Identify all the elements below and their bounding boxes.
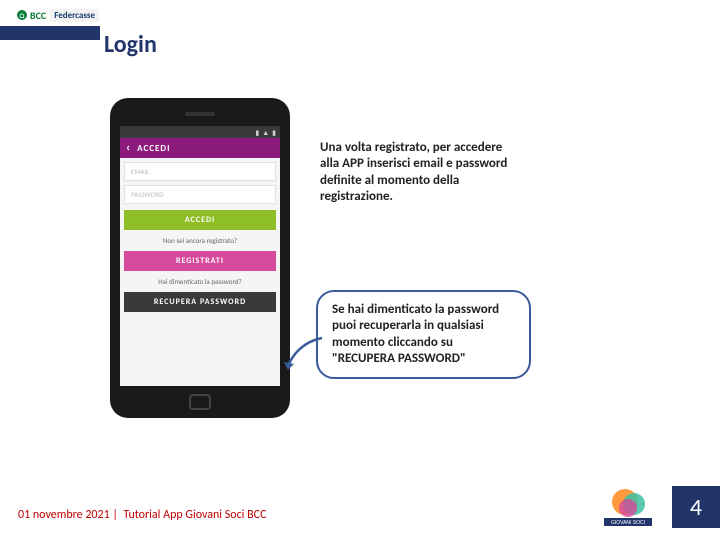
forgot-helper-text: Hai dimenticato la password? <box>124 277 276 286</box>
giovani-soci-logo: GIOVANI SOCI <box>600 486 656 528</box>
page-number: 4 <box>672 486 720 528</box>
back-icon[interactable]: ‹ <box>126 141 131 155</box>
description-access: Una volta registrato, per accedere alla … <box>320 140 515 205</box>
wifi-icon: ▲ <box>262 128 269 137</box>
registrati-button[interactable]: REGISTRATI <box>124 251 276 271</box>
titlebar-text: ACCEDI <box>137 143 170 154</box>
recupera-password-button[interactable]: RECUPERA PASSWORD <box>124 292 276 312</box>
phone-screen: ▮ ▲ ▮ ‹ ACCEDI EMAIL PASSWORD ACCEDI Non… <box>120 126 280 386</box>
phone-speaker <box>185 112 215 116</box>
phone-mockup: ▮ ▲ ▮ ‹ ACCEDI EMAIL PASSWORD ACCEDI Non… <box>110 98 290 418</box>
bcc-icon: ⌂ <box>16 9 28 21</box>
footer-date: 01 novembre 2021 <box>18 508 110 522</box>
android-statusbar: ▮ ▲ ▮ <box>120 126 280 138</box>
phone-home-button <box>189 394 211 410</box>
footer-text: 01 novembre 2021 | Tutorial App Giovani … <box>18 508 266 522</box>
footer-logo-text: GIOVANI SOCI <box>611 520 645 526</box>
signal-icon: ▮ <box>255 128 259 137</box>
brand-bcc-text: BCC <box>30 9 46 22</box>
bcc-logo: ⌂ BCC <box>16 9 46 22</box>
register-helper-text: Non sei ancora registrato? <box>124 236 276 245</box>
accedi-button[interactable]: ACCEDI <box>124 210 276 230</box>
battery-icon: ▮ <box>272 128 276 137</box>
password-field[interactable]: PASSWORD <box>124 185 276 204</box>
page-title: Login <box>104 30 157 59</box>
app-titlebar: ‹ ACCEDI <box>120 138 280 158</box>
header-accent-bar <box>0 26 100 40</box>
slide-footer: 01 novembre 2021 | Tutorial App Giovani … <box>0 502 720 522</box>
brand-federcasse-text: Federcasse <box>50 9 99 22</box>
email-field[interactable]: EMAIL <box>124 162 276 181</box>
brand-logo: ⌂ BCC Federcasse <box>16 6 99 24</box>
svg-text:⌂: ⌂ <box>19 11 25 20</box>
footer-title: Tutorial App Giovani Soci BCC <box>123 508 266 522</box>
description-recover-callout: Se hai dimenticato la password puoi recu… <box>316 290 531 379</box>
